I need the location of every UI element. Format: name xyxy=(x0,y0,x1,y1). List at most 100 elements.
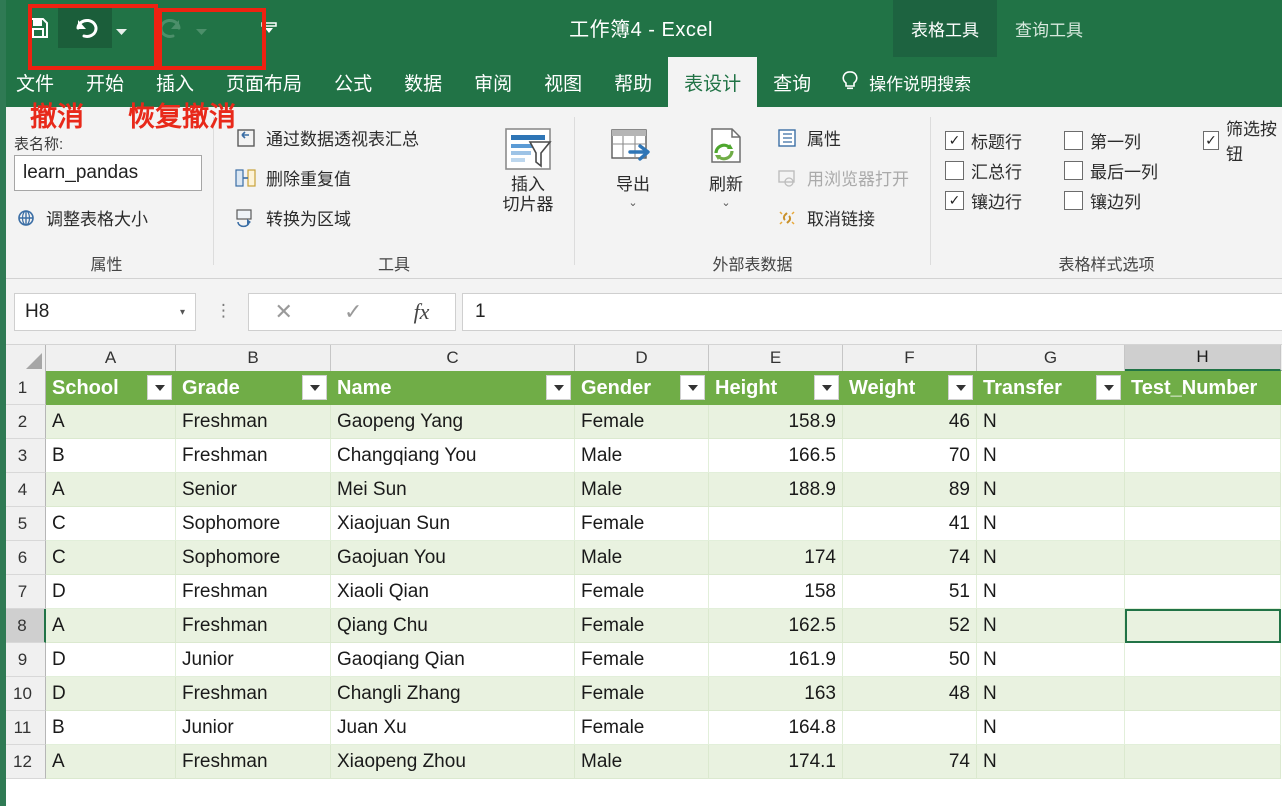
cell-A5[interactable]: C xyxy=(46,507,176,541)
insert-function-button[interactable]: fx xyxy=(414,299,430,325)
filter-button-grade[interactable] xyxy=(302,375,327,400)
remove-duplicates-button[interactable]: 删除重复值 xyxy=(234,165,351,190)
cell-F8[interactable]: 52 xyxy=(843,609,977,643)
cell-G4[interactable]: N xyxy=(977,473,1125,507)
cell-B7[interactable]: Freshman xyxy=(176,575,331,609)
resize-table-button[interactable]: 调整表格大小 xyxy=(14,205,148,230)
table-header-name[interactable]: Name xyxy=(331,371,575,405)
cell-E10[interactable]: 163 xyxy=(709,677,843,711)
column-header-d[interactable]: D xyxy=(575,345,709,371)
formula-input[interactable]: 1 xyxy=(462,293,1282,331)
table-header-school[interactable]: School xyxy=(46,371,176,405)
cell-C5[interactable]: Xiaojuan Sun xyxy=(331,507,575,541)
cell-H10[interactable] xyxy=(1125,677,1281,711)
cell-E9[interactable]: 161.9 xyxy=(709,643,843,677)
cell-E3[interactable]: 166.5 xyxy=(709,439,843,473)
cell-D2[interactable]: Female xyxy=(575,405,709,439)
cell-C10[interactable]: Changli Zhang xyxy=(331,677,575,711)
open-in-browser-button[interactable]: 用浏览器打开 xyxy=(775,165,909,190)
cell-G7[interactable]: N xyxy=(977,575,1125,609)
cell-A8[interactable]: A xyxy=(46,609,176,643)
filter-button-height[interactable] xyxy=(814,375,839,400)
cell-C7[interactable]: Xiaoli Qian xyxy=(331,575,575,609)
cell-A12[interactable]: A xyxy=(46,745,176,779)
unlink-button[interactable]: 取消链接 xyxy=(775,205,875,230)
cell-A10[interactable]: D xyxy=(46,677,176,711)
checkbox-filter-button[interactable]: ✓ 筛选按钮 xyxy=(1203,120,1282,164)
cell-G2[interactable]: N xyxy=(977,405,1125,439)
cell-A11[interactable]: B xyxy=(46,711,176,745)
tab-query[interactable]: 查询 xyxy=(757,57,827,107)
row-header-10[interactable]: 10 xyxy=(0,677,46,711)
cell-H3[interactable] xyxy=(1125,439,1281,473)
cell-B9[interactable]: Junior xyxy=(176,643,331,677)
table-header-test-number[interactable]: Test_Number xyxy=(1125,371,1281,405)
cell-C11[interactable]: Juan Xu xyxy=(331,711,575,745)
cell-F11[interactable] xyxy=(843,711,977,745)
row-header-5[interactable]: 5 xyxy=(0,507,46,541)
cell-F2[interactable]: 46 xyxy=(843,405,977,439)
cell-A3[interactable]: B xyxy=(46,439,176,473)
row-header-2[interactable]: 2 xyxy=(0,405,46,439)
tab-table-design[interactable]: 表设计 xyxy=(668,57,758,107)
cell-F6[interactable]: 74 xyxy=(843,541,977,575)
cell-F7[interactable]: 51 xyxy=(843,575,977,609)
cell-B8[interactable]: Freshman xyxy=(176,609,331,643)
tab-data[interactable]: 数据 xyxy=(388,57,458,107)
refresh-button[interactable]: 刷新 ⌄ xyxy=(680,123,772,209)
cell-C12[interactable]: Xiaopeng Zhou xyxy=(331,745,575,779)
column-header-a[interactable]: A xyxy=(46,345,176,371)
tell-me-search[interactable]: 操作说明搜索 xyxy=(827,57,971,107)
row-header-4[interactable]: 4 xyxy=(0,473,46,507)
cell-D8[interactable]: Female xyxy=(575,609,709,643)
cell-B12[interactable]: Freshman xyxy=(176,745,331,779)
column-header-g[interactable]: G xyxy=(977,345,1125,371)
cell-B4[interactable]: Senior xyxy=(176,473,331,507)
checkbox-banded-columns[interactable]: 镶边列 xyxy=(1064,185,1158,215)
cell-F3[interactable]: 70 xyxy=(843,439,977,473)
row-header-11[interactable]: 11 xyxy=(0,711,46,745)
export-dropdown-caret[interactable]: ⌄ xyxy=(628,196,637,209)
cell-F5[interactable]: 41 xyxy=(843,507,977,541)
cell-F9[interactable]: 50 xyxy=(843,643,977,677)
cell-H5[interactable] xyxy=(1125,507,1281,541)
filter-button-weight[interactable] xyxy=(948,375,973,400)
cell-H8[interactable] xyxy=(1125,609,1281,643)
cell-B3[interactable]: Freshman xyxy=(176,439,331,473)
cell-F4[interactable]: 89 xyxy=(843,473,977,507)
insert-slicer-button[interactable]: 插入 切片器 xyxy=(482,123,574,214)
table-header-transfer[interactable]: Transfer xyxy=(977,371,1125,405)
cell-G12[interactable]: N xyxy=(977,745,1125,779)
row-header-1[interactable]: 1 xyxy=(0,371,46,405)
tab-formulas[interactable]: 公式 xyxy=(318,57,388,107)
cell-H11[interactable] xyxy=(1125,711,1281,745)
cell-G6[interactable]: N xyxy=(977,541,1125,575)
table-name-input[interactable]: learn_pandas xyxy=(14,155,202,191)
row-header-9[interactable]: 9 xyxy=(0,643,46,677)
cell-C6[interactable]: Gaojuan You xyxy=(331,541,575,575)
contextual-tab-table-tools[interactable]: 表格工具 xyxy=(893,0,997,57)
name-box[interactable]: H8 ▾ xyxy=(14,293,196,331)
confirm-entry-button[interactable]: ✓ xyxy=(344,299,362,325)
cell-C2[interactable]: Gaopeng Yang xyxy=(331,405,575,439)
cell-D10[interactable]: Female xyxy=(575,677,709,711)
cell-E8[interactable]: 162.5 xyxy=(709,609,843,643)
column-header-f[interactable]: F xyxy=(843,345,977,371)
filter-button-name[interactable] xyxy=(546,375,571,400)
cell-C9[interactable]: Gaoqiang Qian xyxy=(331,643,575,677)
formula-bar-grip[interactable]: ⋮ xyxy=(215,301,232,321)
summarize-with-pivottable-button[interactable]: 通过数据透视表汇总 xyxy=(234,125,419,150)
cell-G11[interactable]: N xyxy=(977,711,1125,745)
cell-F10[interactable]: 48 xyxy=(843,677,977,711)
cell-H4[interactable] xyxy=(1125,473,1281,507)
column-header-h[interactable]: H xyxy=(1125,345,1281,371)
row-header-3[interactable]: 3 xyxy=(0,439,46,473)
convert-to-range-button[interactable]: 转换为区域 xyxy=(234,205,351,230)
cell-F12[interactable]: 74 xyxy=(843,745,977,779)
refresh-dropdown-caret[interactable]: ⌄ xyxy=(721,196,730,209)
cell-D4[interactable]: Male xyxy=(575,473,709,507)
cell-E7[interactable]: 158 xyxy=(709,575,843,609)
tab-help[interactable]: 帮助 xyxy=(598,57,668,107)
cell-E4[interactable]: 188.9 xyxy=(709,473,843,507)
row-header-8[interactable]: 8 xyxy=(0,609,46,643)
